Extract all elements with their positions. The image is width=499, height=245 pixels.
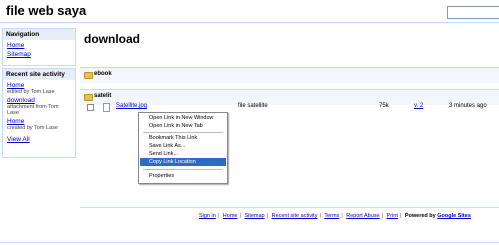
header-divider (0, 22, 499, 23)
file-time: 3 minutes ago (449, 103, 487, 109)
view-all-link[interactable]: View All (7, 136, 71, 143)
nav-link-home[interactable]: Home (7, 42, 71, 49)
menu-properties[interactable]: Properties (140, 172, 226, 180)
file-size: 75k (379, 103, 389, 109)
file-icon (103, 103, 110, 112)
footer-terms[interactable]: Terms (324, 213, 339, 219)
activity-meta: edited by Tom Lase (7, 89, 55, 95)
footer-home[interactable]: Home (223, 213, 238, 219)
nav-link-sitemap[interactable]: Sitemap (7, 51, 71, 58)
file-description: file satellite (238, 103, 268, 109)
activity-link-download[interactable]: download (7, 97, 71, 104)
search-input[interactable] (447, 6, 499, 19)
activity-meta: attachment from Tom Lase (7, 104, 59, 116)
footer-recent-activity[interactable]: Recent site activity (272, 213, 318, 219)
recent-activity-title: Recent site activity (3, 69, 75, 80)
footer-sitemap[interactable]: Sitemap (244, 213, 264, 219)
folder-icon (84, 72, 93, 79)
recent-activity-box: Recent site activity Home edited by Tom … (2, 68, 76, 158)
footer-divider (80, 207, 499, 208)
menu-open-new-tab[interactable]: Open Link in New Tab (140, 122, 226, 130)
bottom-divider (0, 242, 499, 243)
menu-save-link-as[interactable]: Save Link As... (140, 142, 226, 150)
file-name-link[interactable]: Satellite.jpg (116, 103, 147, 109)
menu-copy-link-location[interactable]: Copy Link Location (140, 158, 226, 166)
menu-separator (143, 169, 223, 170)
navigation-title: Navigation (3, 29, 75, 40)
activity-link-home-created[interactable]: Home (7, 118, 71, 125)
footer-report-abuse[interactable]: Report Abuse (346, 213, 379, 219)
footer-sign-in[interactable]: Sign in (199, 213, 216, 219)
activity-link-home[interactable]: Home (7, 82, 71, 89)
folder-label: satelit (94, 93, 112, 99)
menu-send-link[interactable]: Send Link... (140, 150, 226, 158)
menu-open-new-window[interactable]: Open Link in New Window (140, 114, 226, 122)
menu-separator (143, 132, 223, 133)
folder-icon (84, 94, 93, 101)
footer-google-sites[interactable]: Google Sites (437, 213, 471, 219)
file-version-link[interactable]: v. 2 (414, 103, 423, 109)
context-menu: Open Link in New Window Open Link in New… (138, 112, 228, 184)
file-checkbox[interactable] (87, 104, 94, 111)
activity-meta: created by Tom Lase (7, 125, 58, 131)
page-title: download (84, 32, 140, 46)
footer-powered-prefix: Powered by (404, 213, 436, 219)
footer-print[interactable]: Print (387, 213, 398, 219)
footer: Sign in | Home | Sitemap | Recent site acti… (199, 213, 471, 219)
menu-bookmark-link[interactable]: Bookmark This Link (140, 134, 226, 142)
site-title: file web saya (6, 3, 87, 18)
folder-ebook[interactable]: ebook (80, 67, 499, 83)
navigation-box: Navigation Home Sitemap (2, 28, 76, 66)
folder-label: ebook (94, 71, 112, 77)
